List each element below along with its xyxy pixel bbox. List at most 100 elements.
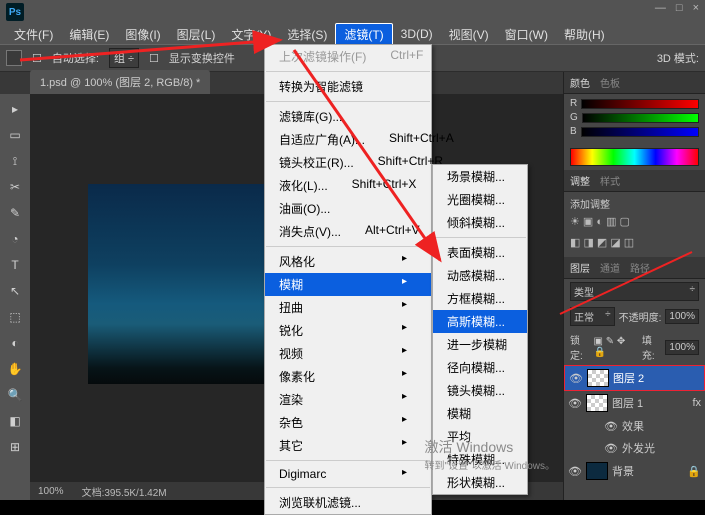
menu-3[interactable]: 图层(L) [169,24,224,45]
menu-item[interactable]: 风格化 [265,250,431,273]
opacity-field[interactable]: 100% [665,309,699,324]
kind-dropdown[interactable]: 类型÷ [570,282,699,301]
menu-item[interactable]: 像素化 [265,365,431,388]
menu-item[interactable]: 光圈模糊... [433,188,527,211]
menu-item[interactable]: 镜头模糊... [433,379,527,402]
menu-item[interactable]: 视频 [265,342,431,365]
menu-0[interactable]: 文件(F) [6,24,61,45]
visibility-icon[interactable]: 👁 [568,397,582,410]
menu-item[interactable]: 方框模糊... [433,287,527,310]
layer-name[interactable]: 背景 [612,463,634,479]
visibility-icon[interactable]: 👁 [568,465,582,478]
tab-adjust[interactable]: 调整 [570,173,590,188]
fill-field[interactable]: 100% [665,340,699,355]
auto-select-label: 自动选择: [52,50,99,66]
menu-item[interactable]: 消失点(V)...Alt+Ctrl+V [265,220,431,243]
close-button[interactable]: × [693,2,699,14]
document-tab[interactable]: 1.psd @ 100% (图层 2, RGB/8) * [30,70,210,94]
auto-select-dropdown[interactable]: 组 ÷ [109,48,139,68]
menu-item[interactable]: 动感模糊... [433,264,527,287]
b-slider[interactable] [581,127,699,137]
menu-item[interactable]: 渲染 [265,388,431,411]
layer-thumb[interactable] [587,369,609,387]
tool-1[interactable]: ▭ [3,124,27,146]
menu-10[interactable]: 帮助(H) [556,24,613,45]
visibility-icon[interactable]: 👁 [604,420,618,433]
menu-5[interactable]: 选择(S) [279,24,335,45]
visibility-icon[interactable]: 👁 [604,442,618,455]
max-button[interactable]: □ [676,2,683,14]
menu-item[interactable]: 高斯模糊... [433,310,527,333]
fx-icon[interactable]: fx [692,397,701,409]
tool-0[interactable]: ▸ [3,98,27,120]
adj-icons-row2[interactable]: ◧ ◨ ◩ ◪ ◫ [570,232,699,253]
tab-channels[interactable]: 通道 [600,260,620,275]
visibility-icon[interactable]: 👁 [569,372,583,385]
menu-item[interactable]: 自适应广角(A)...Shift+Ctrl+A [265,128,431,151]
menu-2[interactable]: 图像(I) [117,24,168,45]
tab-color[interactable]: 颜色 [570,75,590,90]
spectrum[interactable] [570,148,699,166]
tool-13[interactable]: ⊞ [3,436,27,458]
menu-item[interactable]: 转换为智能滤镜 [265,75,431,98]
menu-item[interactable]: 液化(L)...Shift+Ctrl+X [265,174,431,197]
tab-paths[interactable]: 路径 [630,260,650,275]
tool-12[interactable]: ◧ [3,410,27,432]
menu-item[interactable]: 扭曲 [265,296,431,319]
zoom-level[interactable]: 100% [38,486,64,497]
menu-1[interactable]: 编辑(E) [61,24,117,45]
tab-swatches[interactable]: 色板 [600,75,620,90]
tool-2[interactable]: ⟟ [3,150,27,172]
menu-item[interactable]: 场景模糊... [433,165,527,188]
menu-item[interactable]: 径向模糊... [433,356,527,379]
menu-4[interactable]: 文字(Y) [223,24,279,45]
tool-8[interactable]: ⬚ [3,306,27,328]
menu-item[interactable]: 滤镜库(G)... [265,105,431,128]
menu-item[interactable]: 杂色 [265,411,431,434]
adj-icons-row1[interactable]: ☀ ▣ ◐ ▥ ▢ [570,211,699,232]
tool-6[interactable]: T [3,254,27,276]
layer-effect[interactable]: 👁 外发光 [564,437,705,459]
menu-item[interactable]: 倾斜模糊... [433,211,527,234]
filter-menu[interactable]: 上次滤镜操作(F)Ctrl+F 转换为智能滤镜滤镜库(G)...自适应广角(A).… [264,44,432,515]
menu-6[interactable]: 滤镜(T) [335,23,392,46]
tool-7[interactable]: ↖ [3,280,27,302]
min-button[interactable]: — [655,2,666,14]
lock-icons[interactable]: ▣ ✎ ✥ 🔒 [594,336,634,358]
tool-3[interactable]: ✂ [3,176,27,198]
tool-4[interactable]: ✎ [3,202,27,224]
menu-9[interactable]: 窗口(W) [497,24,556,45]
menu-7[interactable]: 3D(D) [393,25,441,43]
move-tool-icon[interactable] [6,50,22,66]
r-slider[interactable] [581,99,699,109]
menu-item[interactable]: 模糊 [265,273,431,296]
layer-name[interactable]: 图层 1 [612,395,643,411]
menu-item[interactable]: 镜头校正(R)...Shift+Ctrl+R [265,151,431,174]
tool-9[interactable]: ◐ [3,332,27,354]
menu-item[interactable]: 油画(O)... [265,197,431,220]
menu-item[interactable]: 表面模糊... [433,241,527,264]
menu-8[interactable]: 视图(V) [441,24,497,45]
menu-item[interactable]: 浏览联机滤镜... [265,491,431,514]
layer-name[interactable]: 图层 2 [613,370,644,386]
tool-5[interactable]: ◔ [3,228,27,250]
layer-row[interactable]: 👁 图层 2 [564,365,705,391]
tool-11[interactable]: 🔍 [3,384,27,406]
g-slider[interactable] [582,113,699,123]
menu-item[interactable]: 其它 [265,434,431,457]
menu-item[interactable]: 形状模糊... [433,471,527,494]
menu-item[interactable]: 进一步模糊 [433,333,527,356]
menu-item[interactable]: 模糊 [433,402,527,425]
blend-dropdown[interactable]: 正常÷ [570,307,615,326]
layer-row[interactable]: 👁 图层 1 fx [564,391,705,415]
layer-thumb[interactable] [586,394,608,412]
layer-effect[interactable]: 👁 效果 [564,415,705,437]
menu-item[interactable]: Digimarc [265,464,431,484]
tab-styles[interactable]: 样式 [600,173,620,188]
tab-layers[interactable]: 图层 [570,260,590,275]
menu-item[interactable]: 上次滤镜操作(F)Ctrl+F [265,45,431,68]
menu-item[interactable]: 锐化 [265,319,431,342]
tool-10[interactable]: ✋ [3,358,27,380]
layer-thumb[interactable] [586,462,608,480]
layer-row[interactable]: 👁 背景 🔒 [564,459,705,483]
